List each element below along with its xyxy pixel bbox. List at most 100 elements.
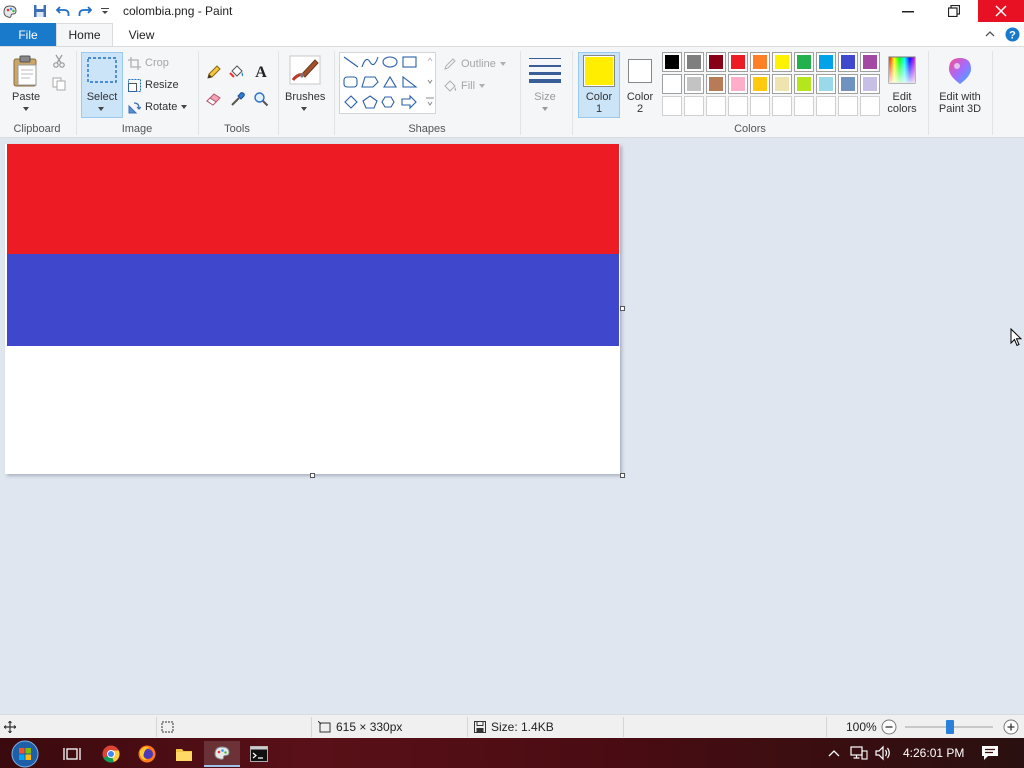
- palette-swatch[interactable]: [750, 74, 770, 94]
- palette-swatch[interactable]: [772, 96, 792, 116]
- fill-with-color-icon[interactable]: [228, 63, 246, 81]
- maximize-button[interactable]: [931, 0, 977, 22]
- window-title: colombia.png - Paint: [123, 4, 233, 18]
- separator: [311, 717, 312, 737]
- outline-button[interactable]: Outline: [443, 55, 506, 73]
- select-label[interactable]: Select: [84, 91, 120, 103]
- chrome-icon[interactable]: [94, 741, 128, 767]
- palette-swatch[interactable]: [860, 52, 880, 72]
- palette-swatch[interactable]: [684, 74, 704, 94]
- minimize-button[interactable]: [885, 0, 931, 22]
- palette-swatch[interactable]: [816, 74, 836, 94]
- palette-swatch[interactable]: [816, 52, 836, 72]
- palette-swatch[interactable]: [838, 74, 858, 94]
- palette-swatch[interactable]: [662, 96, 682, 116]
- palette-swatch[interactable]: [772, 74, 792, 94]
- file-explorer-icon[interactable]: [167, 741, 201, 767]
- save-icon[interactable]: [32, 3, 48, 19]
- drawing-canvas[interactable]: [5, 144, 620, 474]
- clock[interactable]: 4:26:01 PM: [903, 743, 964, 763]
- color2-label-line2[interactable]: 2: [619, 103, 661, 115]
- paint-taskbar-icon[interactable]: [204, 741, 240, 767]
- action-center-icon[interactable]: [981, 743, 999, 763]
- edit-colors-label-line2[interactable]: colors: [881, 103, 923, 115]
- show-hidden-icons-icon[interactable]: [828, 743, 840, 763]
- redo-icon[interactable]: [77, 3, 93, 19]
- command-prompt-icon[interactable]: [242, 741, 276, 767]
- help-icon[interactable]: ?: [1005, 26, 1020, 42]
- palette-swatch[interactable]: [838, 52, 858, 72]
- firefox-icon[interactable]: [130, 741, 164, 767]
- palette-swatch[interactable]: [794, 74, 814, 94]
- edit-colors-label-line1[interactable]: Edit: [881, 91, 923, 103]
- resize-handle-corner[interactable]: [620, 473, 625, 478]
- brushes-label[interactable]: Brushes: [285, 91, 325, 103]
- cut-icon[interactable]: [51, 53, 67, 69]
- pencil-icon[interactable]: [205, 63, 223, 81]
- resize-handle-bottom[interactable]: [310, 473, 315, 478]
- color-picker-icon[interactable]: [229, 90, 247, 108]
- palette-swatch[interactable]: [860, 74, 880, 94]
- palette-swatch[interactable]: [860, 96, 880, 116]
- resize-handle-right[interactable]: [620, 306, 625, 311]
- task-view-icon[interactable]: [55, 741, 89, 767]
- customize-quick-access-icon[interactable]: [97, 3, 113, 19]
- palette-swatch[interactable]: [794, 52, 814, 72]
- palette-swatch[interactable]: [772, 52, 792, 72]
- paint-app-icon[interactable]: [2, 3, 18, 19]
- text-tool-icon[interactable]: A: [252, 62, 270, 80]
- fill-button[interactable]: Fill: [443, 77, 486, 95]
- palette-swatch[interactable]: [794, 96, 814, 116]
- tab-view[interactable]: View: [113, 23, 170, 46]
- canvas-workspace[interactable]: [0, 138, 1024, 714]
- tab-file[interactable]: File: [0, 23, 56, 46]
- select-dropdown-icon[interactable]: [95, 105, 107, 113]
- zoom-slider[interactable]: [905, 719, 993, 735]
- start-button[interactable]: [6, 740, 44, 768]
- palette-swatch[interactable]: [706, 96, 726, 116]
- eraser-icon[interactable]: [205, 90, 223, 108]
- copy-icon[interactable]: [51, 76, 67, 92]
- palette-swatch[interactable]: [684, 52, 704, 72]
- magnifier-icon[interactable]: [252, 90, 270, 108]
- paint-3d-icon[interactable]: [943, 55, 977, 87]
- palette-swatch[interactable]: [838, 96, 858, 116]
- palette-swatch[interactable]: [662, 52, 682, 72]
- palette-swatch[interactable]: [706, 52, 726, 72]
- paste-icon[interactable]: [11, 53, 41, 89]
- color2-swatch[interactable]: [628, 59, 652, 83]
- palette-swatch[interactable]: [816, 96, 836, 116]
- palette-swatch[interactable]: [750, 96, 770, 116]
- rotate-button[interactable]: Rotate: [128, 98, 188, 116]
- paste-dropdown-icon[interactable]: [20, 105, 32, 113]
- edit-colors-icon[interactable]: [887, 55, 917, 85]
- brushes-dropdown-icon[interactable]: [298, 105, 310, 113]
- edit-with-paint3d-label-line1[interactable]: Edit with: [933, 91, 987, 103]
- network-icon[interactable]: [850, 743, 868, 763]
- palette-swatch[interactable]: [684, 96, 704, 116]
- palette-swatch[interactable]: [728, 96, 748, 116]
- zoom-out-button[interactable]: [881, 719, 897, 735]
- color2-label-line1[interactable]: Color: [619, 91, 661, 103]
- brushes-icon[interactable]: [287, 53, 323, 87]
- palette-swatch[interactable]: [662, 74, 682, 94]
- size-icon[interactable]: [528, 55, 562, 85]
- collapse-ribbon-icon[interactable]: [984, 26, 996, 42]
- crop-button[interactable]: Crop: [128, 54, 169, 72]
- edit-with-paint3d-label-line2[interactable]: Paint 3D: [933, 103, 987, 115]
- zoom-in-button[interactable]: [1003, 719, 1019, 735]
- volume-icon[interactable]: [874, 743, 892, 763]
- palette-swatch[interactable]: [750, 52, 770, 72]
- palette-swatch[interactable]: [728, 74, 748, 94]
- paste-label[interactable]: Paste: [12, 91, 40, 103]
- close-button[interactable]: [978, 0, 1024, 22]
- resize-button[interactable]: Resize: [128, 76, 179, 94]
- size-dropdown-icon[interactable]: [539, 105, 551, 113]
- palette-swatch[interactable]: [728, 52, 748, 72]
- size-label[interactable]: Size: [530, 91, 560, 103]
- shapes-gallery[interactable]: [339, 52, 436, 114]
- palette-swatch[interactable]: [706, 74, 726, 94]
- outline-dropdown-icon: [499, 62, 506, 66]
- tab-home[interactable]: Home: [56, 23, 113, 46]
- undo-icon[interactable]: [55, 3, 71, 19]
